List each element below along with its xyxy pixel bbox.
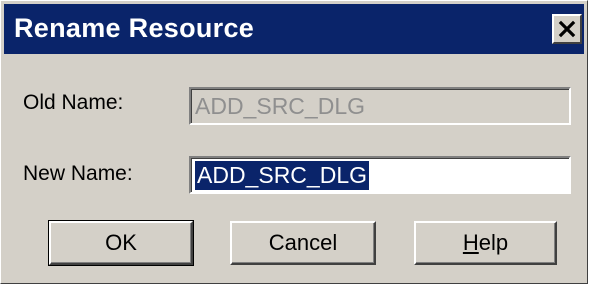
ok-button-label: OK bbox=[105, 230, 137, 255]
old-name-field: ADD_SRC_DLG bbox=[189, 87, 571, 125]
cancel-button[interactable]: Cancel bbox=[230, 221, 376, 265]
dialog-title: Rename Resource bbox=[14, 13, 255, 43]
old-name-value: ADD_SRC_DLG bbox=[195, 92, 365, 119]
cancel-button-label: Cancel bbox=[268, 230, 338, 255]
help-button[interactable]: Help bbox=[414, 221, 557, 265]
rename-resource-dialog: Rename Resource Old Name: ADD_SRC_DLG Ne… bbox=[0, 0, 588, 284]
help-label-rest: elp bbox=[478, 230, 509, 255]
title-bar[interactable]: Rename Resource bbox=[4, 4, 584, 54]
close-icon bbox=[558, 20, 576, 38]
ok-button[interactable]: OK bbox=[48, 220, 194, 266]
close-button[interactable] bbox=[552, 14, 582, 44]
new-name-label: New Name: bbox=[23, 162, 133, 185]
old-name-label: Old Name: bbox=[23, 91, 124, 114]
new-name-field[interactable]: ADD_SRC_DLG bbox=[189, 156, 571, 194]
help-mnemonic: H bbox=[462, 230, 479, 255]
new-name-value: ADD_SRC_DLG bbox=[195, 160, 369, 190]
help-button-label: Help bbox=[463, 230, 508, 256]
